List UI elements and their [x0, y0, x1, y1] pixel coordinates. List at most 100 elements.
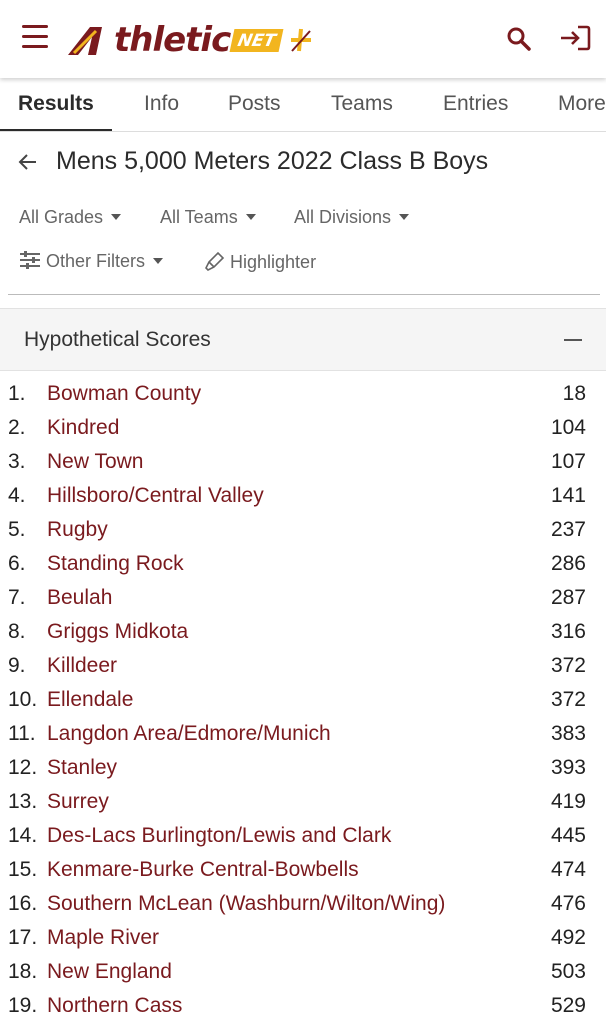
other-filters-label: Other Filters — [46, 251, 146, 271]
rank: 10. — [8, 688, 38, 711]
score-value: 476 — [550, 892, 586, 915]
rank: 13. — [8, 790, 38, 813]
list-item: 4. Hillsboro/Central Valley 141 — [0, 480, 606, 514]
rank: 6. — [8, 552, 26, 575]
score-value: 18 — [562, 382, 586, 405]
score-value: 286 — [550, 552, 586, 575]
athletic-net-logo[interactable]: thletic NET — [66, 20, 316, 60]
hamburger-menu-icon[interactable] — [22, 25, 50, 51]
tab-teams[interactable]: Teams — [331, 80, 393, 131]
rank: 4. — [8, 484, 26, 507]
team-link[interactable]: Kenmare-Burke Central-Bowbells — [47, 858, 359, 882]
rank: 5. — [8, 518, 26, 541]
team-link[interactable]: Kindred — [47, 416, 119, 440]
team-link[interactable]: Maple River — [47, 926, 159, 950]
rank: 8. — [8, 620, 26, 643]
logo-net-badge: NET — [229, 28, 285, 52]
score-value: 104 — [550, 416, 586, 439]
rank: 9. — [8, 654, 26, 677]
rank: 3. — [8, 450, 26, 473]
hypothetical-scores-header[interactable]: Hypothetical Scores — [0, 308, 606, 371]
team-link[interactable]: Bowman County — [47, 382, 201, 406]
list-item: 18. New England 503 — [0, 956, 606, 990]
back-arrow-icon[interactable] — [16, 150, 40, 174]
app-header: thletic NET — [0, 0, 606, 78]
list-item: 3. New Town 107 — [0, 446, 606, 480]
teams-filter-dropdown[interactable]: All Teams — [160, 207, 256, 228]
team-link[interactable]: Hillsboro/Central Valley — [47, 484, 264, 508]
page-title: Mens 5,000 Meters 2022 Class B Boys — [56, 147, 489, 175]
list-item: 6. Standing Rock 286 — [0, 548, 606, 582]
list-item: 19. Northern Cass 529 — [0, 990, 606, 1024]
team-link[interactable]: Des-Lacs Burlington/Lewis and Clark — [47, 824, 391, 848]
list-item: 14. Des-Lacs Burlington/Lewis and Clark 44… — [0, 820, 606, 854]
highlighter-label: Highlighter — [230, 252, 317, 272]
score-value: 529 — [550, 994, 586, 1017]
team-link[interactable]: Stanley — [47, 756, 117, 780]
list-item: 7. Beulah 287 — [0, 582, 606, 616]
list-item: 5. Rugby 237 — [0, 514, 606, 548]
tab-info[interactable]: Info — [144, 80, 179, 131]
search-icon[interactable] — [506, 26, 532, 52]
list-item: 15. Kenmare-Burke Central-Bowbells 474 — [0, 854, 606, 888]
score-value: 316 — [550, 620, 586, 643]
team-link[interactable]: New England — [47, 960, 172, 984]
grades-filter-label: All Grades — [19, 207, 104, 227]
team-link[interactable]: Killdeer — [47, 654, 117, 678]
score-value: 372 — [550, 688, 586, 711]
tab-entries[interactable]: Entries — [443, 80, 508, 131]
list-item: 12. Stanley 393 — [0, 752, 606, 786]
rank: 14. — [8, 824, 38, 847]
team-link[interactable]: Northern Cass — [47, 994, 182, 1018]
score-value: 393 — [550, 756, 586, 779]
rank: 17. — [8, 926, 38, 949]
team-link[interactable]: Southern McLean (Washburn/Wilton/Wing) — [47, 892, 445, 916]
rank: 18. — [8, 960, 38, 983]
teams-filter-label: All Teams — [160, 207, 238, 227]
caret-down-icon — [153, 258, 164, 264]
score-value: 141 — [550, 484, 586, 507]
list-item: 17. Maple River 492 — [0, 922, 606, 956]
score-value: 383 — [550, 722, 586, 745]
rank: 2. — [8, 416, 26, 439]
score-value: 419 — [550, 790, 586, 813]
logo-a-mark-icon — [68, 27, 102, 55]
other-filters-dropdown[interactable]: Other Filters — [19, 251, 164, 272]
list-item: 16. Southern McLean (Washburn/Wilton/Wing… — [0, 888, 606, 922]
sign-in-icon[interactable] — [558, 24, 592, 52]
tab-bar: Results Info Posts Teams Entries More — [0, 80, 606, 132]
list-item: 9. Killdeer 372 — [0, 650, 606, 684]
team-link[interactable]: Standing Rock — [47, 552, 184, 576]
team-link[interactable]: Beulah — [47, 586, 112, 610]
caret-down-icon — [245, 214, 256, 220]
rank: 12. — [8, 756, 38, 779]
team-link[interactable]: Griggs Midkota — [47, 620, 188, 644]
plus-icon — [290, 28, 311, 52]
team-link[interactable]: Ellendale — [47, 688, 133, 712]
page-title-row: Mens 5,000 Meters 2022 Class B Boys — [0, 142, 606, 186]
score-value: 503 — [550, 960, 586, 983]
sliders-icon — [20, 251, 40, 269]
team-link[interactable]: New Town — [47, 450, 144, 474]
logo-text: thletic — [114, 20, 231, 60]
tab-posts[interactable]: Posts — [228, 80, 281, 131]
caret-down-icon — [111, 214, 122, 220]
score-value: 287 — [550, 586, 586, 609]
tab-more[interactable]: More — [558, 80, 606, 131]
score-value: 492 — [550, 926, 586, 949]
grades-filter-dropdown[interactable]: All Grades — [19, 207, 122, 228]
rank: 11. — [8, 722, 36, 745]
team-link[interactable]: Surrey — [47, 790, 109, 814]
score-value: 107 — [550, 450, 586, 473]
score-list: 1. Bowman County 18 2. Kindred 104 3. New Tow… — [0, 378, 606, 1024]
divisions-filter-dropdown[interactable]: All Divisions — [294, 207, 410, 228]
divisions-filter-label: All Divisions — [294, 207, 392, 227]
highlighter-button[interactable]: Highlighter — [203, 251, 316, 273]
list-item: 11. Langdon Area/Edmore/Munich 383 — [0, 718, 606, 752]
collapse-minus-icon[interactable] — [564, 329, 584, 349]
team-link[interactable]: Rugby — [47, 518, 108, 542]
rank: 1. — [8, 382, 26, 405]
score-value: 237 — [550, 518, 586, 541]
tab-results[interactable]: Results — [0, 80, 112, 131]
team-link[interactable]: Langdon Area/Edmore/Munich — [47, 722, 331, 746]
